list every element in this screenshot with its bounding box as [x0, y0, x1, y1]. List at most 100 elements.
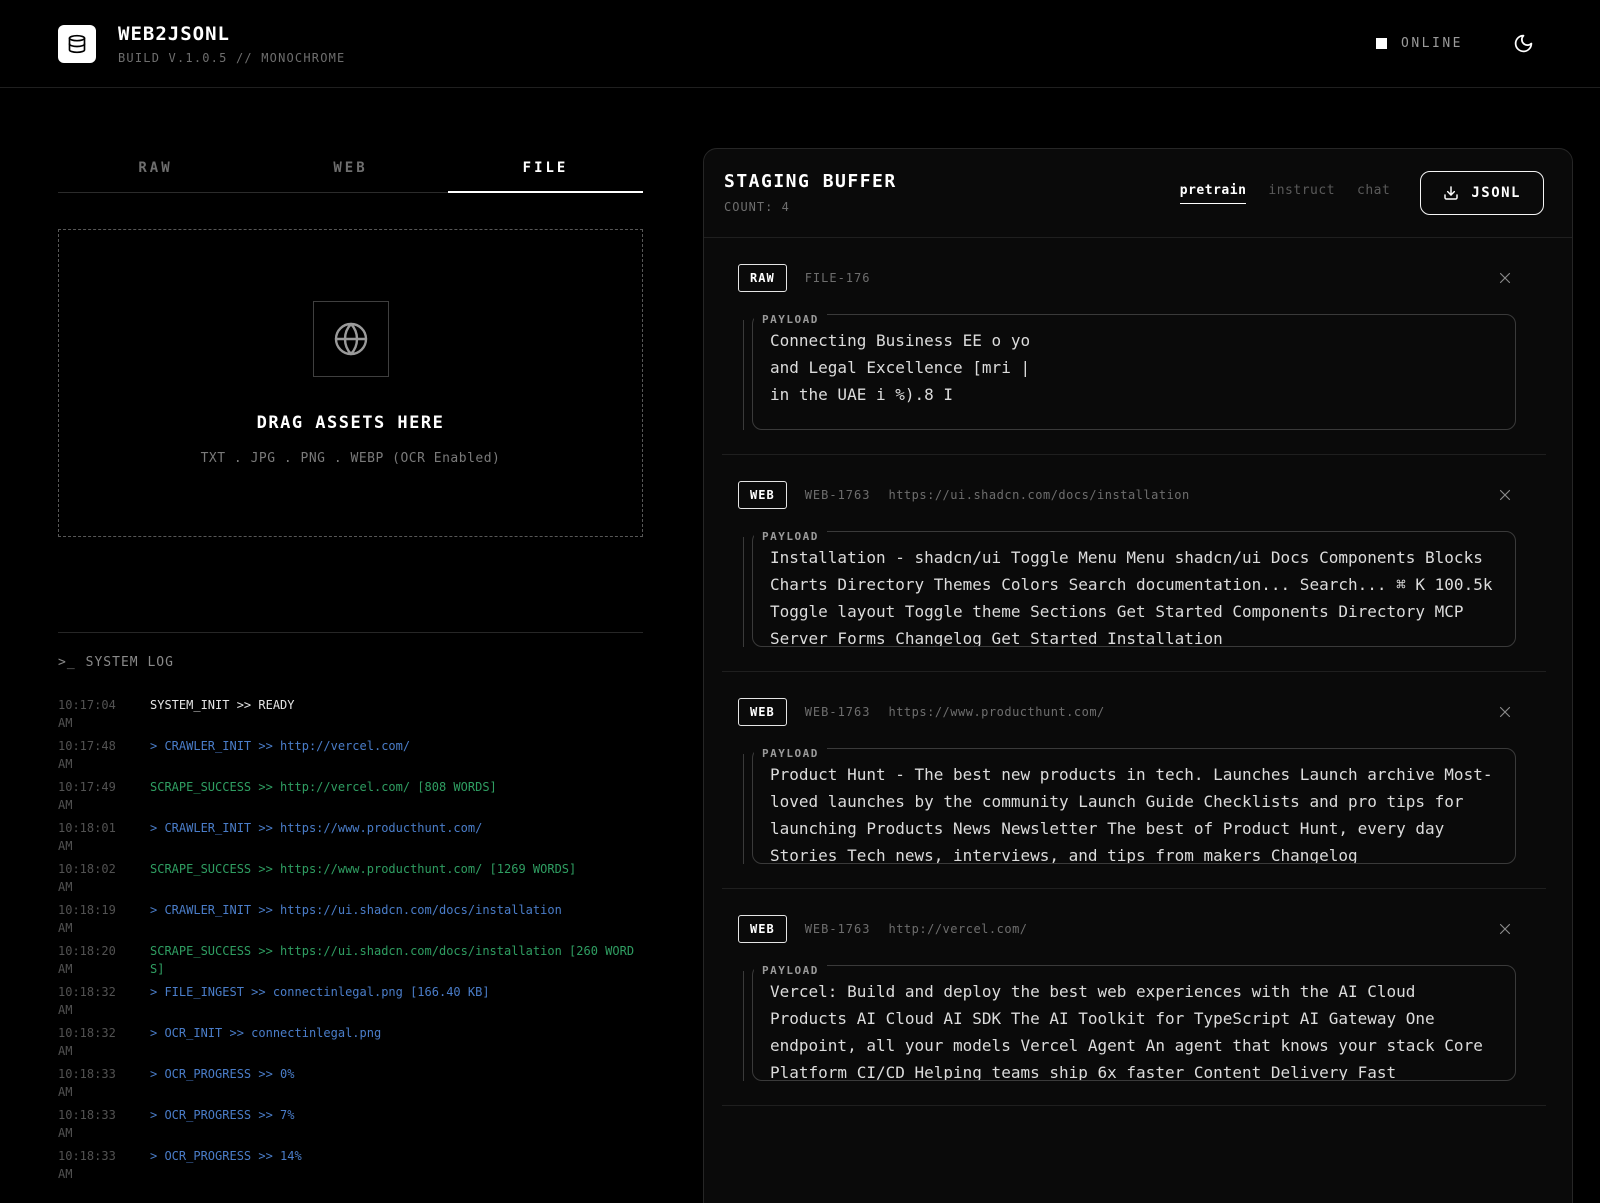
staging-buffer-panel: STAGING BUFFER COUNT: 4 pretrain instruc…	[703, 148, 1573, 1203]
staging-buffer-title: STAGING BUFFER	[724, 171, 897, 192]
card-id: WEB-1763	[805, 705, 871, 719]
remove-card-button[interactable]	[1494, 701, 1516, 723]
log-message: > FILE_INGEST >> connectinlegal.png [166…	[150, 983, 643, 1019]
payload-text: Connecting Business EE o yo and Legal Ex…	[770, 327, 1498, 408]
mode-tab-pretrain[interactable]: pretrain	[1180, 183, 1247, 204]
log-message: > CRAWLER_INIT >> http://vercel.com/	[150, 737, 643, 773]
app-logo	[58, 25, 96, 63]
card-header: WEB WEB-1763 https://ui.shadcn.com/docs/…	[738, 481, 1516, 509]
log-entry: 10:18:32 AM > OCR_INIT >> connectinlegal…	[58, 1024, 643, 1060]
log-timestamp: 10:18:01 AM	[58, 819, 120, 855]
log-timestamp: 10:18:32 AM	[58, 983, 120, 1019]
staging-card: WEB WEB-1763 https://ui.shadcn.com/docs/…	[738, 455, 1516, 672]
payload-label: PAYLOAD	[754, 530, 827, 543]
log-message: > OCR_PROGRESS >> 0%	[150, 1065, 643, 1101]
database-icon	[67, 34, 87, 54]
payload-box: Connecting Business EE o yo and Legal Ex…	[752, 314, 1516, 430]
close-icon	[1496, 703, 1514, 721]
log-entry: 10:18:33 AM > OCR_PROGRESS >> 7%	[58, 1106, 643, 1142]
log-message: SCRAPE_SUCCESS >> https://www.producthun…	[150, 860, 643, 896]
moon-icon	[1513, 33, 1534, 54]
tab-web[interactable]: WEB	[253, 148, 448, 193]
staging-buffer-header: STAGING BUFFER COUNT: 4 pretrain instruc…	[704, 149, 1572, 238]
log-entry: 10:18:32 AM > FILE_INGEST >> connectinle…	[58, 983, 643, 1019]
log-entry: 10:18:33 AM > OCR_PROGRESS >> 0%	[58, 1065, 643, 1101]
dropzone-title: DRAG ASSETS HERE	[257, 413, 445, 433]
card-type-badge: WEB	[738, 698, 787, 726]
card-type-badge: RAW	[738, 264, 787, 292]
log-timestamp: 10:18:02 AM	[58, 860, 120, 896]
payload-section: PAYLOAD Connecting Business EE o yo and …	[738, 314, 1516, 430]
status-indicator: ONLINE	[1376, 36, 1463, 51]
app-title: WEB2JSONL	[118, 23, 345, 45]
payload-box: Product Hunt - The best new products in …	[752, 748, 1516, 864]
card-url: http://vercel.com/	[888, 922, 1027, 936]
payload-label: PAYLOAD	[754, 313, 827, 326]
download-icon	[1443, 185, 1459, 201]
tab-raw[interactable]: RAW	[58, 148, 253, 193]
brand: WEB2JSONL BUILD V.1.0.5 // MONOCHROME	[58, 23, 345, 65]
mode-tab-chat[interactable]: chat	[1357, 183, 1390, 204]
log-timestamp: 10:18:33 AM	[58, 1147, 120, 1183]
mode-tab-instruct[interactable]: instruct	[1268, 183, 1335, 204]
mode-tabs: pretrain instruct chat	[1180, 183, 1391, 204]
log-message: > OCR_PROGRESS >> 14%	[150, 1147, 643, 1183]
log-timestamp: 10:18:19 AM	[58, 901, 120, 937]
payload-box: Installation - shadcn/ui Toggle Menu Men…	[752, 531, 1516, 647]
globe-icon	[333, 321, 369, 357]
staging-card: RAW FILE-176 PAYLOAD Connecting Business…	[738, 238, 1516, 455]
log-message: SCRAPE_SUCCESS >> http://vercel.com/ [80…	[150, 778, 643, 814]
export-jsonl-button[interactable]: JSONL	[1420, 171, 1544, 215]
log-message: > CRAWLER_INIT >> https://www.producthun…	[150, 819, 643, 855]
theme-toggle-button[interactable]	[1509, 29, 1538, 58]
system-log-header: >_ SYSTEM LOG	[58, 655, 643, 670]
log-message: > OCR_PROGRESS >> 7%	[150, 1106, 643, 1142]
terminal-prompt-icon: >_	[58, 655, 76, 670]
log-timestamp: 10:18:33 AM	[58, 1065, 120, 1101]
payload-section: PAYLOAD Product Hunt - The best new prod…	[738, 748, 1516, 864]
log-entry: 10:18:01 AM > CRAWLER_INIT >> https://ww…	[58, 819, 643, 855]
staging-card: WEB WEB-1763 https://www.producthunt.com…	[738, 672, 1516, 889]
remove-card-button[interactable]	[1494, 267, 1516, 289]
payload-text: Vercel: Build and deploy the best web ex…	[770, 978, 1498, 1081]
log-entry: 10:18:33 AM > OCR_PROGRESS >> 14%	[58, 1147, 643, 1183]
log-timestamp: 10:17:49 AM	[58, 778, 120, 814]
log-message: SCRAPE_SUCCESS >> https://ui.shadcn.com/…	[150, 942, 643, 978]
log-timestamp: 10:18:20 AM	[58, 942, 120, 978]
close-icon	[1496, 269, 1514, 287]
export-jsonl-label: JSONL	[1471, 185, 1521, 201]
payload-label: PAYLOAD	[754, 964, 827, 977]
staging-card: WEB WEB-1763 http://vercel.com/ PAYLOAD …	[738, 889, 1516, 1106]
log-timestamp: 10:17:48 AM	[58, 737, 120, 773]
remove-card-button[interactable]	[1494, 918, 1516, 940]
card-type-badge: WEB	[738, 481, 787, 509]
status-label: ONLINE	[1401, 36, 1463, 51]
status-square-icon	[1376, 38, 1387, 49]
card-id: WEB-1763	[805, 922, 871, 936]
close-icon	[1496, 920, 1514, 938]
app-subtitle: BUILD V.1.0.5 // MONOCHROME	[118, 51, 345, 65]
log-entry: 10:18:19 AM > CRAWLER_INIT >> https://ui…	[58, 901, 643, 937]
log-message: SYSTEM_INIT >> READY	[150, 696, 643, 732]
source-tabs: RAW WEB FILE	[58, 148, 643, 193]
log-entry: 10:17:04 AM SYSTEM_INIT >> READY	[58, 696, 643, 732]
remove-card-button[interactable]	[1494, 484, 1516, 506]
ingest-column: RAW WEB FILE DRAG ASSETS HERE TXT . JPG …	[58, 148, 643, 1188]
card-type-badge: WEB	[738, 915, 787, 943]
tab-file[interactable]: FILE	[448, 148, 643, 193]
app-header: WEB2JSONL BUILD V.1.0.5 // MONOCHROME ON…	[0, 0, 1600, 88]
log-entry: 10:17:48 AM > CRAWLER_INIT >> http://ver…	[58, 737, 643, 773]
system-log-title: SYSTEM LOG	[86, 655, 174, 670]
log-message: > CRAWLER_INIT >> https://ui.shadcn.com/…	[150, 901, 643, 937]
card-url: https://www.producthunt.com/	[888, 705, 1104, 719]
payload-section: PAYLOAD Installation - shadcn/ui Toggle …	[738, 531, 1516, 647]
dropzone-subtitle: TXT . JPG . PNG . WEBP (OCR Enabled)	[201, 451, 501, 466]
card-url: https://ui.shadcn.com/docs/installation	[888, 488, 1189, 502]
payload-text: Installation - shadcn/ui Toggle Menu Men…	[770, 544, 1498, 647]
card-header: WEB WEB-1763 https://www.producthunt.com…	[738, 698, 1516, 726]
log-timestamp: 10:17:04 AM	[58, 696, 120, 732]
card-id: WEB-1763	[805, 488, 871, 502]
payload-box: Vercel: Build and deploy the best web ex…	[752, 965, 1516, 1081]
asset-dropzone[interactable]: DRAG ASSETS HERE TXT . JPG . PNG . WEBP …	[58, 229, 643, 537]
system-log-entries: 10:17:04 AM SYSTEM_INIT >> READY 10:17:4…	[58, 696, 643, 1183]
